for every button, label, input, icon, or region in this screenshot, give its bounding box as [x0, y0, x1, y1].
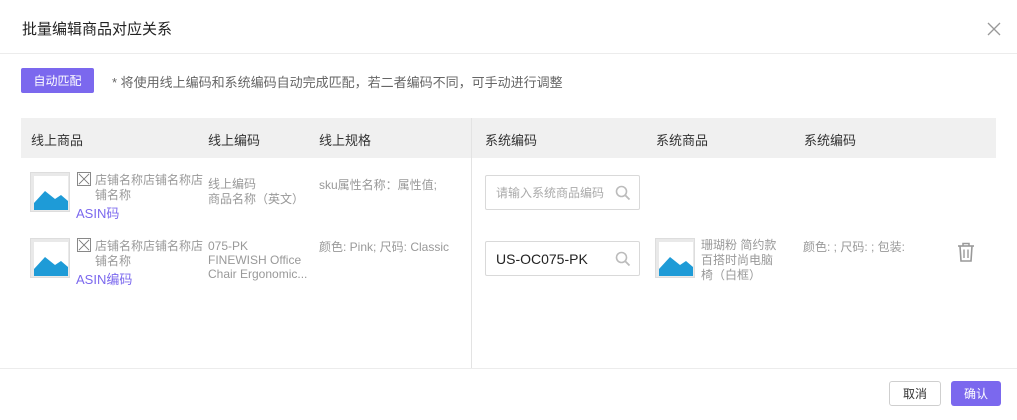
col-system-code-2: 系统编码: [804, 133, 857, 148]
close-icon[interactable]: [986, 21, 1002, 37]
col-online-spec: 线上规格: [319, 133, 372, 148]
system-code-search: [485, 241, 640, 276]
auto-match-button[interactable]: 自动匹配: [21, 68, 94, 93]
table-header: 线上商品 线上编码 线上规格 系统编码 系统商品 系统编码: [21, 118, 996, 158]
batch-edit-dialog: 批量编辑商品对应关系 自动匹配 * 将使用线上编码和系统编码自动完成匹配，若二者…: [0, 0, 1017, 420]
online-code-text: 线上编码: [208, 177, 257, 191]
asin-link[interactable]: ASIN编码: [76, 269, 132, 288]
auto-match-hint: * 将使用线上编码和系统编码自动完成匹配，若二者编码不同，可手动进行调整: [112, 75, 563, 90]
online-product-name-text: FINEWISH Office: [208, 253, 302, 267]
system-product-name: 珊瑚粉 简约款 百搭时尚电脑椅（白框）: [701, 238, 777, 282]
online-spec-text: 颜色: Pink; 尺码: Classic: [319, 240, 450, 254]
column-divider: [471, 118, 472, 368]
search-icon[interactable]: [615, 251, 631, 267]
cancel-button[interactable]: 取消: [889, 381, 941, 406]
store-name-text: 店铺名称店铺名称店铺名称: [95, 173, 204, 202]
system-code-input[interactable]: [496, 250, 616, 268]
image-placeholder-icon: [30, 172, 70, 212]
online-product-name-text-2: Chair Ergonomic...: [208, 267, 308, 281]
online-product-name-text: 商品名称（英文）: [208, 192, 305, 206]
system-code-search: [485, 175, 640, 210]
trash-icon[interactable]: [956, 241, 976, 263]
image-placeholder-icon: [30, 238, 70, 278]
broken-image-icon: [77, 238, 91, 252]
search-icon[interactable]: [615, 185, 631, 201]
col-system-code: 系统编码: [485, 133, 538, 148]
asin-link[interactable]: ASIN码: [76, 203, 119, 222]
online-code-text: 075-PK: [208, 239, 249, 253]
image-placeholder-icon: [655, 238, 695, 278]
col-online-code: 线上编码: [208, 133, 261, 148]
system-code-input[interactable]: [496, 184, 616, 202]
broken-image-icon: [77, 172, 91, 186]
store-name-text: 店铺名称店铺名称店铺名称: [95, 239, 204, 268]
dialog-footer: [0, 368, 1017, 420]
dialog-header: 批量编辑商品对应关系: [0, 0, 1017, 54]
dialog-title: 批量编辑商品对应关系: [22, 21, 173, 38]
online-spec-text: sku属性名称：属性值;: [319, 178, 438, 192]
confirm-button[interactable]: 确认: [951, 381, 1001, 406]
col-system-product: 系统商品: [656, 133, 709, 148]
col-online-product: 线上商品: [31, 133, 84, 148]
system-attrs-text: 颜色: ; 尺码: ; 包装:: [803, 240, 906, 254]
